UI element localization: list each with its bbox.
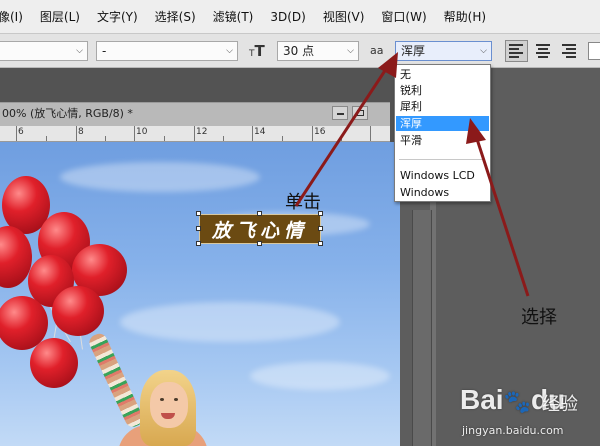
font-style-value: - xyxy=(102,44,107,58)
transform-handle[interactable] xyxy=(257,211,262,216)
dropdown-separator xyxy=(399,159,485,160)
chevron-down-icon: ⌵ xyxy=(347,46,354,56)
transform-handle[interactable] xyxy=(318,226,323,231)
ruler-number: 10 xyxy=(136,127,148,137)
document-tab[interactable]: 00% (放飞心情, RGB/8) * xyxy=(0,102,390,126)
menu-type[interactable]: 文字(Y) xyxy=(97,8,138,25)
menu-bar: 像(I) 图层(L) 文字(Y) 选择(S) 滤镜(T) 3D(D) 视图(V)… xyxy=(0,0,600,34)
antialias-option-strong[interactable]: 浑厚 xyxy=(396,116,489,131)
transform-handle[interactable] xyxy=(196,211,201,216)
menu-help[interactable]: 帮助(H) xyxy=(444,8,486,25)
text-layer-content: 放飞心情 xyxy=(211,219,308,242)
menu-layer[interactable]: 图层(L) xyxy=(40,8,80,25)
restore-icon[interactable] xyxy=(352,106,368,120)
click-annotation: 单击 xyxy=(285,192,321,213)
transform-handle[interactable] xyxy=(196,241,201,246)
antialias-option-crisp[interactable]: 犀利 xyxy=(396,99,489,114)
align-left-button[interactable] xyxy=(505,40,528,62)
text-layer-box[interactable]: 放飞心情 xyxy=(199,214,321,244)
ruler-number: 12 xyxy=(196,127,208,137)
ruler-number: 16 xyxy=(314,127,326,137)
font-size-value: 30 点 xyxy=(283,44,315,58)
align-center-button[interactable] xyxy=(531,40,554,62)
antialias-option-windows-lcd[interactable]: Windows LCD xyxy=(396,168,489,183)
antialias-option-windows[interactable]: Windows xyxy=(396,185,489,200)
watermark-url: jingyan.baidu.com xyxy=(462,424,564,437)
font-size-icon[interactable]: TT xyxy=(249,42,265,60)
transform-handle[interactable] xyxy=(257,241,262,246)
minimize-icon[interactable] xyxy=(332,106,348,120)
font-family-select[interactable]: ⌵ xyxy=(0,41,88,61)
ruler-number: 14 xyxy=(254,127,266,137)
font-size-select[interactable]: 30 点 ⌵ xyxy=(277,41,359,61)
panel-scroll-strip[interactable] xyxy=(412,210,432,446)
ruler-number: 6 xyxy=(18,127,24,137)
transform-handle[interactable] xyxy=(318,241,323,246)
text-color-swatch[interactable] xyxy=(588,42,600,60)
menu-image[interactable]: 像(I) xyxy=(0,8,23,25)
ruler-number: 8 xyxy=(78,127,84,137)
chevron-down-icon: ⌵ xyxy=(226,46,233,56)
menu-window[interactable]: 窗口(W) xyxy=(381,8,426,25)
menu-select[interactable]: 选择(S) xyxy=(155,8,196,25)
antialias-option-none[interactable]: 无 xyxy=(396,67,489,82)
horizontal-ruler: 6 8 10 12 14 16 xyxy=(0,126,390,142)
antialias-icon: aa xyxy=(370,44,384,57)
document-title: 00% (放飞心情, RGB/8) * xyxy=(2,107,133,120)
menu-3d[interactable]: 3D(D) xyxy=(270,10,305,24)
antialias-option-sharp[interactable]: 锐利 xyxy=(396,83,489,98)
watermark-brand: 经验 xyxy=(542,394,578,415)
options-bar: ⌵ - ⌵ TT 30 点 ⌵ aa 浑厚 ⌵ xyxy=(0,34,600,68)
antialias-option-smooth[interactable]: 平滑 xyxy=(396,133,489,148)
menu-view[interactable]: 视图(V) xyxy=(323,8,365,25)
transform-handle[interactable] xyxy=(196,226,201,231)
antialias-value: 浑厚 xyxy=(401,44,426,58)
select-annotation: 选择 xyxy=(521,307,557,328)
align-right-button[interactable] xyxy=(557,40,580,62)
font-style-select[interactable]: - ⌵ xyxy=(96,41,238,61)
chevron-down-icon: ⌵ xyxy=(480,46,487,56)
baidu-watermark: Bai🐾du 经验 jingyan.baidu.com xyxy=(460,378,600,446)
chevron-down-icon: ⌵ xyxy=(76,46,83,56)
antialias-dropdown[interactable]: 无 锐利 犀利 浑厚 平滑 Windows LCD Windows xyxy=(394,64,491,202)
antialias-select[interactable]: 浑厚 ⌵ xyxy=(395,41,492,61)
menu-filter[interactable]: 滤镜(T) xyxy=(213,8,254,25)
